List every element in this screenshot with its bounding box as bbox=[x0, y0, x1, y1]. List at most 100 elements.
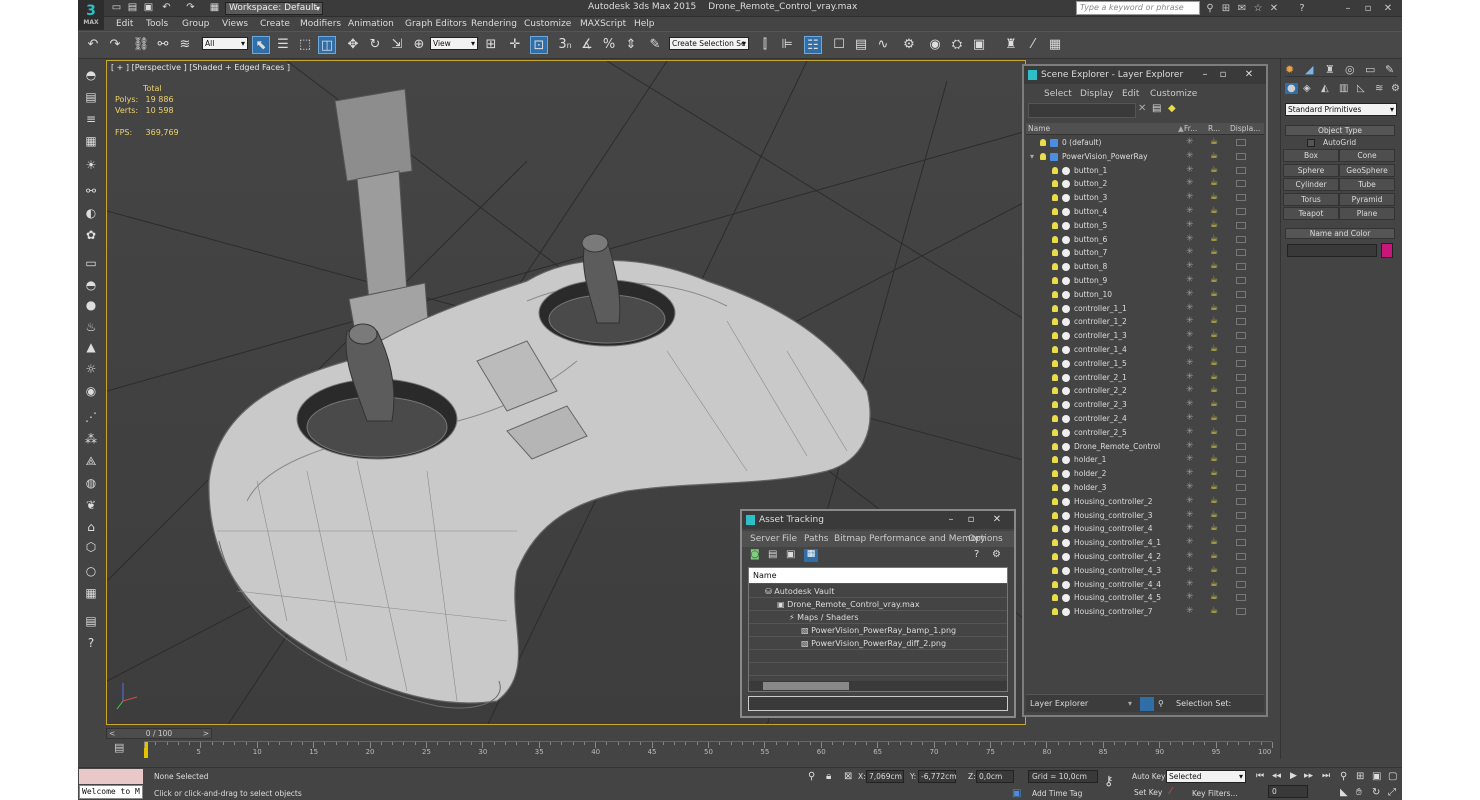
tube-icon[interactable]: ♨ bbox=[82, 319, 100, 335]
link-icon[interactable]: ⛓ bbox=[132, 36, 150, 54]
display-box-icon[interactable] bbox=[1236, 566, 1246, 574]
workspace-dropdown[interactable]: Workspace: Default bbox=[225, 2, 323, 15]
current-frame-field[interactable]: 0 bbox=[1268, 785, 1308, 798]
renderable-icon[interactable]: ☕ bbox=[1210, 453, 1218, 467]
display-box-icon[interactable] bbox=[1236, 580, 1246, 588]
sun-icon[interactable]: ☼ bbox=[82, 361, 100, 377]
display-box-icon[interactable] bbox=[1236, 332, 1246, 340]
scene-row[interactable]: Housing_controller_4_4 ✳ ☕ bbox=[1026, 578, 1264, 592]
previous-frame-icon[interactable]: ◂◂ bbox=[1272, 771, 1281, 781]
display-box-icon[interactable] bbox=[1236, 525, 1246, 533]
primitive-category-dropdown[interactable]: Standard Primitives bbox=[1285, 103, 1397, 116]
hide-toggle-icon[interactable] bbox=[1052, 332, 1058, 340]
schematic-view-icon[interactable]: ⚙ bbox=[900, 36, 918, 54]
hide-toggle-icon[interactable] bbox=[1052, 483, 1058, 491]
renderable-icon[interactable]: ☕ bbox=[1210, 536, 1218, 550]
renderable-icon[interactable]: ☕ bbox=[1210, 233, 1218, 247]
menu-select[interactable]: Select bbox=[1044, 86, 1072, 102]
renderable-icon[interactable]: ☕ bbox=[1210, 343, 1218, 357]
freeze-icon[interactable]: ✳ bbox=[1186, 550, 1194, 564]
restore-icon[interactable]: ▫ bbox=[962, 513, 980, 526]
asset-row[interactable]: ▧ PowerVision_PowerRay_bamp_1.png bbox=[749, 624, 1007, 637]
favorites-icon[interactable]: ☆ bbox=[1252, 3, 1264, 14]
hide-toggle-icon[interactable] bbox=[1052, 221, 1058, 229]
column-name[interactable]: Name bbox=[1028, 123, 1050, 135]
geosphere-icon[interactable]: ◉ bbox=[82, 383, 100, 399]
grid-icon[interactable]: ⋰ bbox=[82, 409, 100, 425]
menu-paths[interactable]: Paths bbox=[804, 531, 828, 547]
renderable-icon[interactable]: ☕ bbox=[1210, 440, 1218, 454]
scene-row[interactable]: controller_1_3 ✳ ☕ bbox=[1026, 329, 1264, 343]
save-icon[interactable]: ▣ bbox=[142, 2, 155, 14]
maximize-viewport-icon[interactable]: ⤢ bbox=[1388, 787, 1396, 798]
display-box-icon[interactable] bbox=[1236, 511, 1246, 519]
hide-toggle-icon[interactable] bbox=[1052, 414, 1058, 422]
lights-icon[interactable]: ◭ bbox=[1321, 83, 1329, 94]
named-selection-dropdown[interactable]: Create Selection Se bbox=[669, 37, 749, 50]
undo-icon[interactable]: ↶ bbox=[160, 2, 173, 14]
asset-row[interactable]: ▣ Drone_Remote_Control_vray.max bbox=[749, 598, 1007, 611]
freeze-icon[interactable]: ✳ bbox=[1186, 412, 1194, 426]
pan-icon[interactable]: ✋︎ bbox=[1356, 787, 1362, 798]
edit-named-selection-icon[interactable]: ✎ bbox=[646, 36, 664, 54]
helpers-icon[interactable]: ◺ bbox=[1357, 83, 1365, 94]
help-circle-icon[interactable]: ? bbox=[82, 635, 100, 651]
renderable-icon[interactable]: ☕ bbox=[1210, 412, 1218, 426]
pivot-center-icon[interactable]: ⊞ bbox=[482, 36, 500, 54]
minimize-window-icon[interactable]: – bbox=[1342, 3, 1354, 14]
scene-row[interactable]: controller_2_3 ✳ ☕ bbox=[1026, 398, 1264, 412]
renderable-icon[interactable]: ☕ bbox=[1210, 288, 1218, 302]
scene-row[interactable]: controller_1_1 ✳ ☕ bbox=[1026, 302, 1264, 316]
display-box-icon[interactable] bbox=[1236, 497, 1246, 505]
scene-row[interactable]: button_8 ✳ ☕ bbox=[1026, 260, 1264, 274]
menu-graph-editors[interactable]: Graph Editors bbox=[405, 18, 467, 30]
freeze-icon[interactable]: ✳ bbox=[1186, 315, 1194, 329]
scene-row[interactable]: Housing_controller_4_2 ✳ ☕ bbox=[1026, 550, 1264, 564]
particle-icon[interactable]: ✿ bbox=[82, 227, 100, 243]
exchange-icon[interactable]: ✕ bbox=[1268, 3, 1280, 14]
redo-icon[interactable]: ↷ bbox=[106, 36, 124, 54]
communication-center-icon[interactable]: ✉ bbox=[1236, 3, 1248, 14]
freeze-icon[interactable]: ✳ bbox=[1186, 150, 1194, 164]
y-coordinate-field[interactable]: -6,772cm bbox=[918, 770, 957, 783]
freeze-icon[interactable]: ✳ bbox=[1186, 536, 1194, 550]
display-box-icon[interactable] bbox=[1236, 373, 1246, 381]
restore-icon[interactable]: ▫ bbox=[1214, 68, 1232, 81]
go-to-start-icon[interactable]: ⏮ bbox=[1256, 771, 1264, 781]
x-coordinate-field[interactable]: 7,069cm bbox=[866, 770, 904, 783]
menu-display[interactable]: Display bbox=[1080, 86, 1113, 102]
renderable-icon[interactable]: ☕ bbox=[1210, 150, 1218, 164]
loop-icon[interactable]: ◐ bbox=[82, 205, 100, 221]
freeze-icon[interactable]: ✳ bbox=[1186, 564, 1194, 578]
mini-curve-editor-icon[interactable]: ▤ bbox=[114, 741, 124, 754]
column-frozen[interactable]: Fr... bbox=[1184, 123, 1197, 135]
hide-toggle-icon[interactable] bbox=[1052, 304, 1058, 312]
hide-toggle-icon[interactable] bbox=[1052, 263, 1058, 271]
freeze-icon[interactable]: ✳ bbox=[1186, 467, 1194, 481]
script-icon[interactable]: ▤ bbox=[82, 613, 100, 629]
display-box-icon[interactable] bbox=[1236, 483, 1246, 491]
horizontal-scrollbar[interactable] bbox=[749, 681, 1007, 691]
minimize-icon[interactable]: – bbox=[1196, 68, 1214, 81]
display-box-icon[interactable] bbox=[1236, 194, 1246, 202]
hide-toggle-icon[interactable] bbox=[1052, 497, 1058, 505]
scale-icon[interactable]: ⇲ bbox=[388, 36, 406, 54]
hide-toggle-icon[interactable] bbox=[1052, 511, 1058, 519]
lock-selection-icon[interactable]: 🔒︎ bbox=[826, 771, 831, 782]
hide-toggle-icon[interactable] bbox=[1052, 345, 1058, 353]
close-window-icon[interactable]: ✕ bbox=[1382, 3, 1394, 14]
menu-maxscript[interactable]: MAXScript bbox=[580, 18, 626, 30]
clear-icon[interactable]: ✕ bbox=[1138, 103, 1146, 114]
display-box-icon[interactable] bbox=[1236, 594, 1246, 602]
hide-toggle-icon[interactable] bbox=[1052, 249, 1058, 257]
new-file-icon[interactable]: ▭ bbox=[110, 2, 123, 14]
create-box-button[interactable]: Box bbox=[1283, 149, 1339, 162]
scene-row[interactable]: button_9 ✳ ☕ bbox=[1026, 274, 1264, 288]
hide-toggle-icon[interactable] bbox=[1052, 552, 1058, 560]
renderable-icon[interactable]: ☕ bbox=[1210, 329, 1218, 343]
globe-icon[interactable]: ◍ bbox=[82, 475, 100, 491]
help-icon[interactable]: ? bbox=[1296, 3, 1308, 14]
display-box-icon[interactable] bbox=[1236, 456, 1246, 464]
menu-create[interactable]: Create bbox=[260, 18, 290, 30]
maxscript-input[interactable]: Welcome to M bbox=[79, 785, 143, 799]
